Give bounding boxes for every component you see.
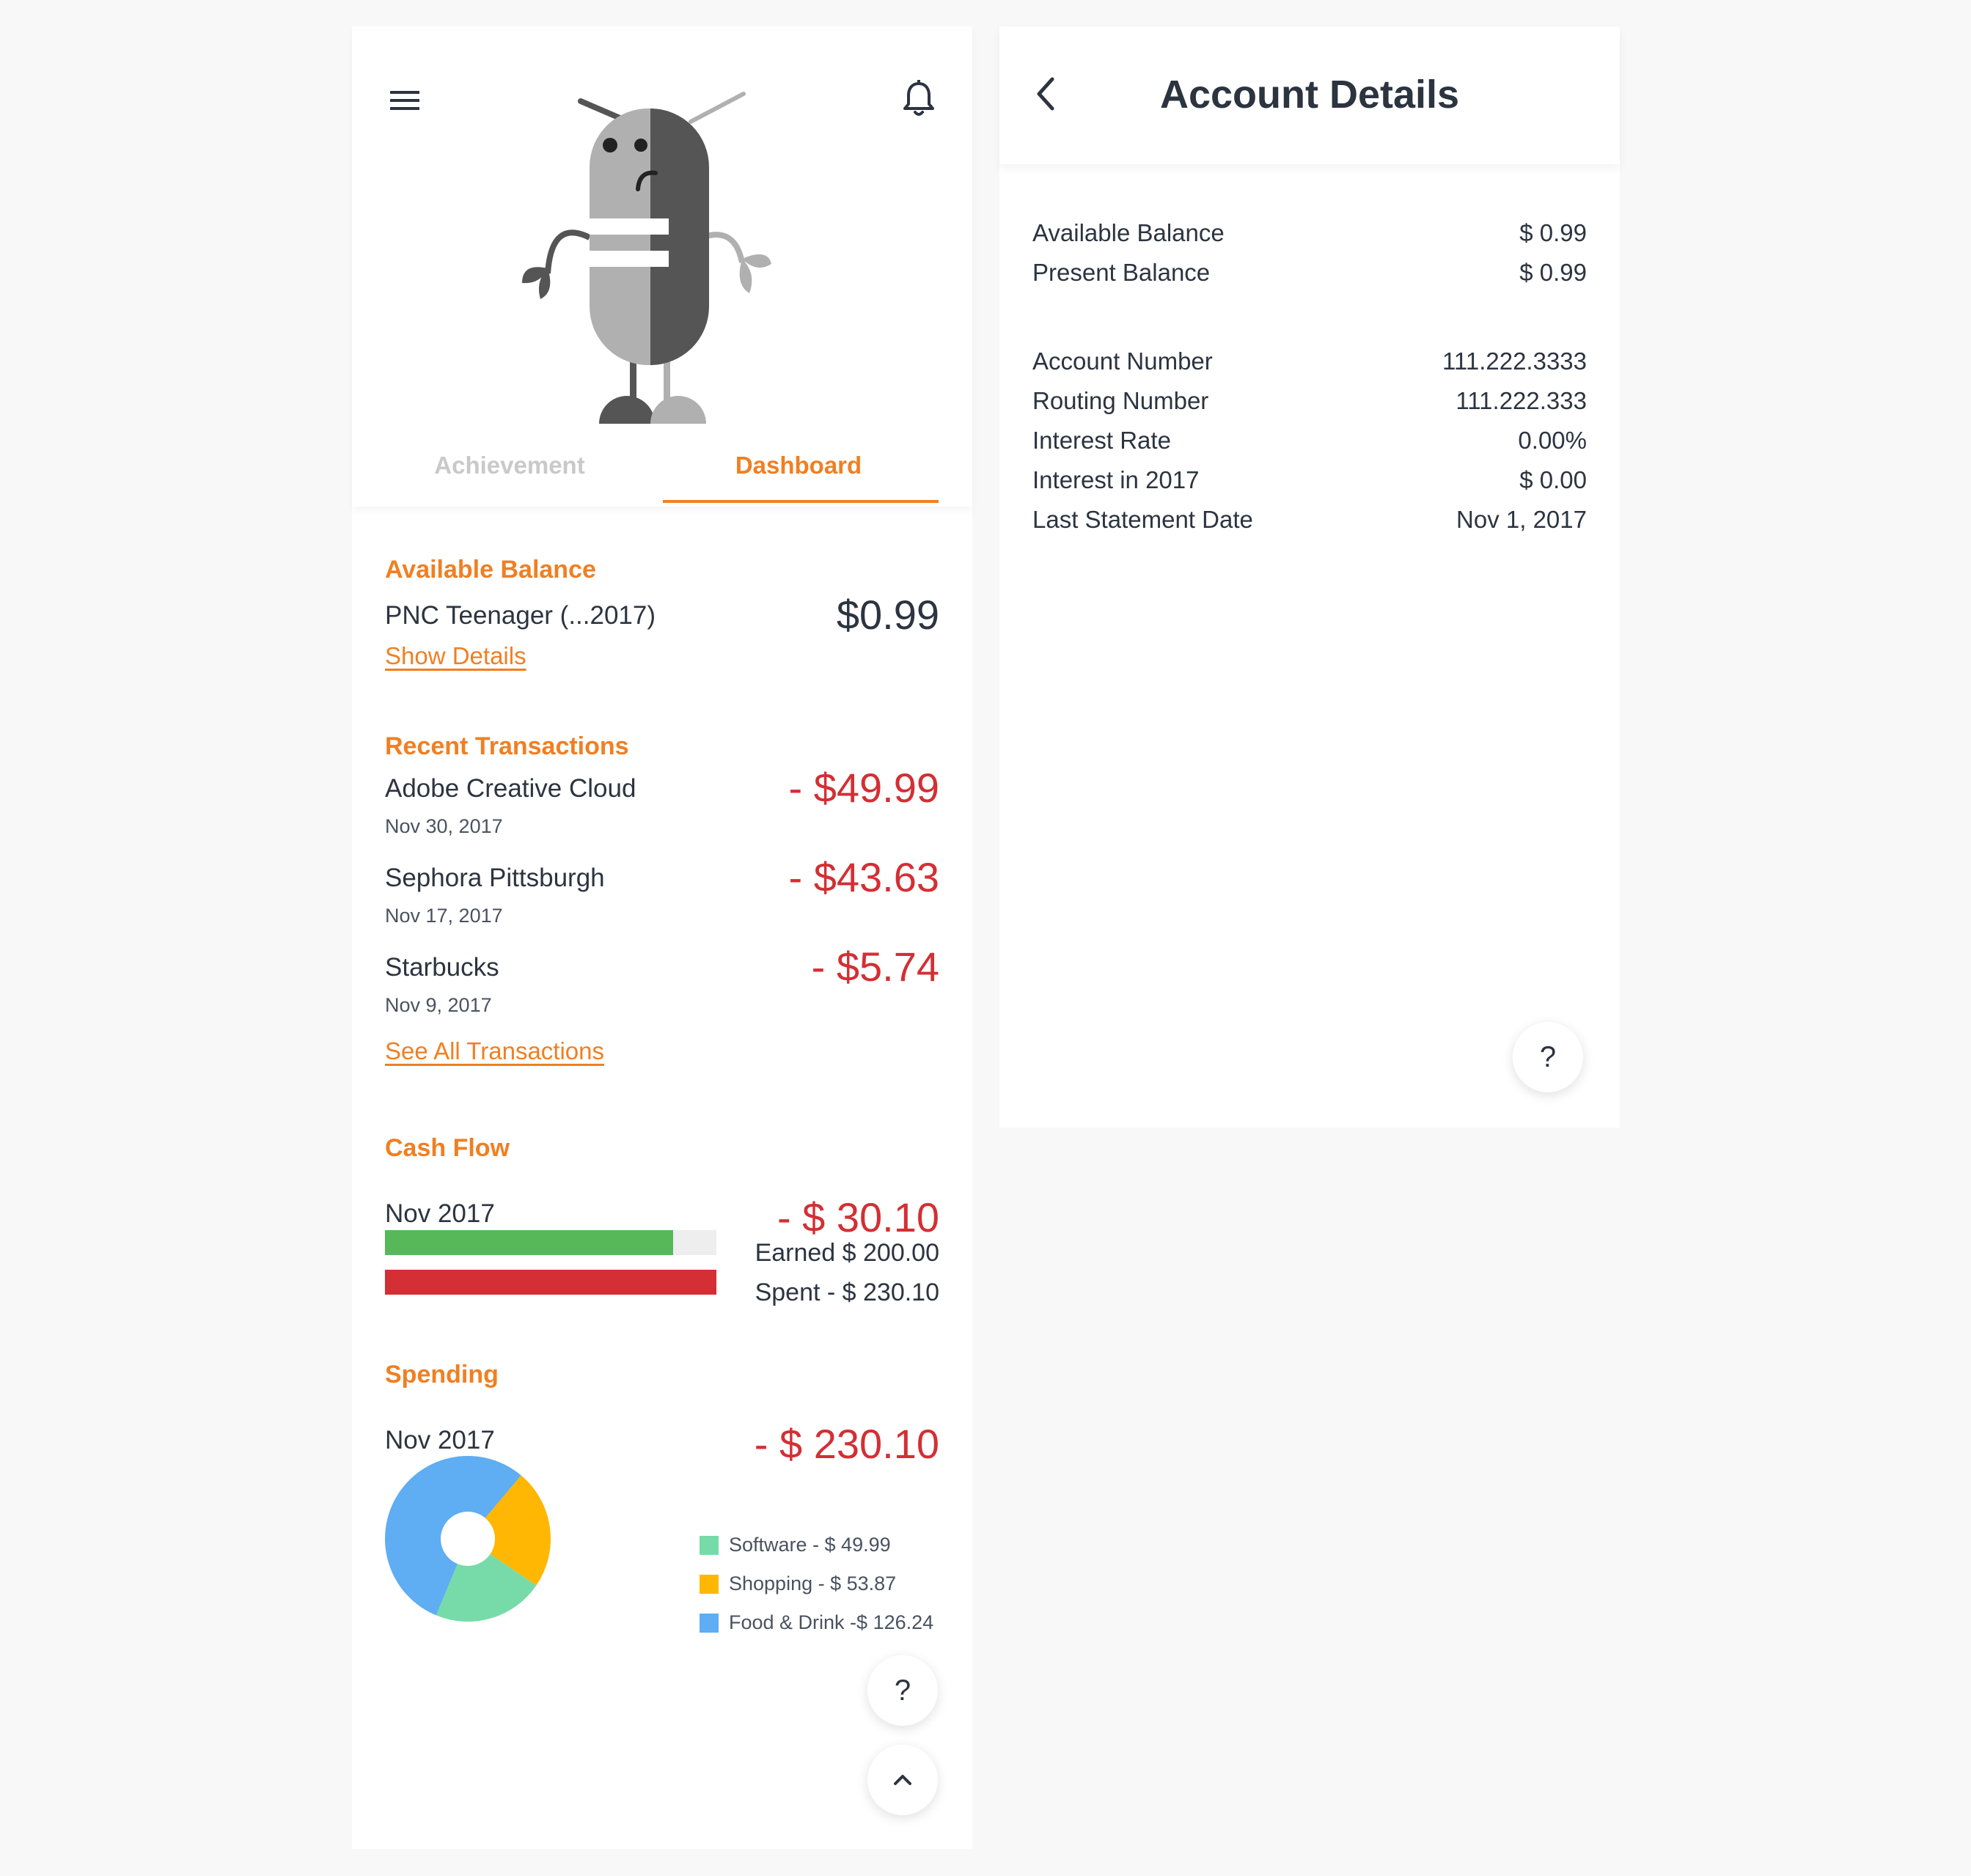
- interest-year-value: $ 0.00: [1519, 466, 1587, 493]
- spent-label: Spent - $ 230.10: [755, 1279, 939, 1306]
- dashboard-header: Achievement Dashboard: [352, 26, 972, 507]
- earned-bar-fill: [385, 1230, 674, 1255]
- interest-rate-label: Interest Rate: [1032, 427, 1171, 454]
- earned-bar: [385, 1230, 716, 1255]
- spent-bar-fill: [385, 1270, 716, 1295]
- tab-dashboard[interactable]: Dashboard: [663, 452, 934, 479]
- cash-flow-heading: Cash Flow: [385, 1134, 510, 1162]
- available-balance-label: Available Balance: [1032, 219, 1225, 246]
- spending-total: - $ 230.10: [754, 1421, 939, 1467]
- transactions-heading: Recent Transactions: [385, 732, 629, 760]
- transaction-row[interactable]: Sephora Pittsburgh Nov 17, 2017 - $43.63: [385, 854, 939, 927]
- tab-achievement[interactable]: Achievement: [396, 452, 623, 479]
- interest-year-label: Interest in 2017: [1032, 466, 1200, 493]
- balance-amount: $0.99: [836, 592, 939, 638]
- spending-donut-chart: [385, 1456, 551, 1622]
- chevron-up-icon: [894, 1775, 911, 1785]
- transaction-date: Nov 17, 2017: [385, 905, 503, 927]
- legend-label: Shopping - $ 53.87: [729, 1572, 897, 1594]
- account-details-header: Account Details: [999, 26, 1620, 164]
- see-all-transactions-link[interactable]: See All Transactions: [385, 1037, 604, 1065]
- show-details-link[interactable]: Show Details: [385, 642, 526, 670]
- donut-hole: [441, 1512, 495, 1566]
- help-button[interactable]: ?: [1513, 1022, 1583, 1092]
- active-tab-indicator: [663, 500, 939, 503]
- account-number-value: 111.222.3333: [1442, 347, 1587, 375]
- last-statement-value: Nov 1, 2017: [1456, 506, 1587, 533]
- transaction-amount: - $43.63: [788, 854, 940, 900]
- legend-swatch: [700, 1574, 719, 1594]
- transaction-date: Nov 30, 2017: [385, 815, 503, 837]
- help-button[interactable]: ?: [867, 1655, 938, 1726]
- dashboard-panel: Achievement Dashboard Available Balance …: [352, 26, 972, 1849]
- account-number-label: Account Number: [1032, 347, 1213, 375]
- spending-heading: Spending: [385, 1361, 499, 1388]
- scroll-top-button[interactable]: [867, 1745, 938, 1815]
- account-details-panel: Account Details Available Balance $ 0.99…: [999, 26, 1620, 1128]
- bell-icon[interactable]: [900, 79, 937, 119]
- spending-period: Nov 2017: [385, 1426, 495, 1454]
- spending-legend: Software - $ 49.99 Shopping - $ 53.87 Fo…: [700, 1534, 933, 1634]
- available-balance-value: $ 0.99: [1519, 219, 1587, 246]
- spent-bar: [385, 1270, 716, 1295]
- transaction-amount: - $49.99: [788, 765, 940, 811]
- transaction-row[interactable]: Adobe Creative Cloud Nov 30, 2017 - $49.…: [385, 765, 939, 838]
- legend-label: Software - $ 49.99: [729, 1534, 891, 1556]
- routing-number-value: 111.222.333: [1456, 387, 1587, 414]
- transaction-amount: - $5.74: [811, 943, 939, 990]
- legend-item: Food & Drink -$ 126.24: [700, 1611, 933, 1634]
- transaction-date: Nov 9, 2017: [385, 994, 492, 1016]
- mascot-illustration: [515, 72, 793, 424]
- balance-heading: Available Balance: [385, 556, 596, 584]
- present-balance-label: Present Balance: [1032, 259, 1211, 286]
- legend-label: Food & Drink -$ 126.24: [729, 1611, 934, 1633]
- page-title: Account Details: [1159, 73, 1460, 117]
- account-name: PNC Teenager (...2017): [385, 601, 656, 630]
- transaction-row[interactable]: Starbucks Nov 9, 2017 - $5.74: [385, 943, 939, 1017]
- earned-label: Earned $ 200.00: [755, 1239, 939, 1267]
- cash-flow-period: Nov 2017: [385, 1199, 495, 1228]
- legend-item: Software - $ 49.99: [700, 1534, 933, 1556]
- present-balance-value: $ 0.99: [1519, 259, 1587, 286]
- routing-number-label: Routing Number: [1032, 387, 1209, 414]
- legend-item: Shopping - $ 53.87: [700, 1572, 933, 1595]
- legend-swatch: [700, 1535, 719, 1555]
- menu-icon[interactable]: [389, 84, 422, 117]
- last-statement-label: Last Statement Date: [1032, 506, 1253, 533]
- cash-flow-net: - $ 30.10: [777, 1194, 939, 1240]
- interest-rate-value: 0.00%: [1518, 427, 1587, 454]
- legend-swatch: [700, 1613, 719, 1633]
